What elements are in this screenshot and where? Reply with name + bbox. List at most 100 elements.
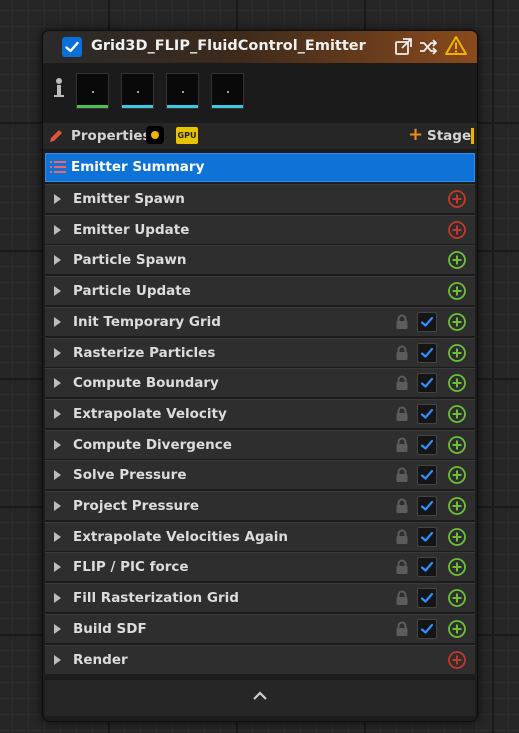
shuffle-icon[interactable] [418,37,438,57]
stack-group-row[interactable]: Project Pressure [45,491,475,520]
lock-icon [396,375,408,391]
stack-group-row[interactable]: Compute Boundary [45,368,475,398]
stage-enabled-checkbox[interactable] [417,588,437,609]
checkmark-icon [420,439,434,450]
stage-enabled-checkbox[interactable] [417,496,437,516]
simulation-target-icon [146,126,164,144]
warning-icon[interactable] [445,35,467,57]
properties-bar: Properties GPU + Stage [43,123,477,149]
checkmark-icon [65,41,79,53]
stack-group-row[interactable]: Extrapolate Velocity [45,398,475,428]
stack-group-row[interactable]: Init Temporary Grid [45,306,475,336]
checkmark-icon [420,623,434,634]
stack-group-label: Compute Divergence [73,436,232,453]
texture-thumbnail[interactable] [211,73,244,109]
add-module-icon[interactable] [447,312,467,332]
add-stage-icon[interactable]: + [408,126,423,144]
expand-arrow-icon[interactable] [54,408,61,419]
stage-enabled-checkbox[interactable] [417,342,437,363]
add-module-icon[interactable] [447,189,467,209]
list-icon [50,161,66,173]
texture-thumbnail[interactable] [76,73,109,109]
stack-group-row[interactable]: Compute Divergence [45,429,475,459]
add-module-icon[interactable] [447,435,467,455]
expand-arrow-icon[interactable] [54,255,61,266]
node-footer[interactable] [45,679,475,716]
emitter-summary-row[interactable]: Emitter Summary [45,153,475,182]
stack-group-row[interactable]: Rasterize Particles [45,337,475,367]
texture-thumbnail[interactable] [121,73,154,109]
stack-group-row[interactable]: Particle Spawn [45,245,475,275]
emitter-summary-label: Emitter Summary [71,159,205,175]
stack-group-row[interactable]: Solve Pressure [45,460,475,490]
stack-group-label: Particle Spawn [73,252,187,269]
add-module-icon[interactable] [447,343,467,363]
expand-arrow-icon[interactable] [54,623,61,634]
expand-arrow-icon[interactable] [54,316,61,327]
add-module-icon[interactable] [447,281,467,301]
lock-icon [396,559,408,575]
open-external-icon[interactable] [393,37,413,57]
stage-enabled-checkbox[interactable] [417,403,437,424]
add-module-icon[interactable] [447,619,467,639]
expand-arrow-icon[interactable] [54,593,61,604]
expand-arrow-icon[interactable] [54,531,61,542]
expand-arrow-icon[interactable] [54,501,61,511]
expand-arrow-icon[interactable] [54,286,61,297]
lock-icon [396,314,408,329]
add-stage-button[interactable]: Stage [427,128,471,144]
lock-icon [396,437,408,452]
checkmark-icon [420,592,434,603]
add-module-icon[interactable] [447,465,467,485]
stage-enabled-checkbox[interactable] [417,434,437,455]
stage-enabled-checkbox[interactable] [417,311,437,332]
chevron-up-icon[interactable] [252,690,268,702]
stack-group-row[interactable]: FLIP / PIC force [45,552,475,582]
expand-arrow-icon[interactable] [54,378,61,389]
person-icon [54,78,64,97]
stack-group-label: Render [73,651,128,668]
stack-group-row[interactable]: Emitter Spawn [45,184,475,213]
stack-group-row[interactable]: Fill Rasterization Grid [45,583,475,613]
expand-arrow-icon[interactable] [54,224,61,235]
add-module-icon[interactable] [447,527,467,547]
add-module-icon[interactable] [447,220,467,240]
expand-arrow-icon[interactable] [54,562,61,573]
lock-icon [396,590,408,606]
stack-group-label: Compute Boundary [73,375,219,392]
expand-arrow-icon[interactable] [54,654,61,665]
stack-group-row[interactable]: Emitter Update [45,214,475,244]
stack-group-row[interactable]: Build SDF [45,613,475,643]
add-module-icon[interactable] [447,588,467,608]
expand-arrow-icon[interactable] [54,439,61,450]
stage-enabled-checkbox[interactable] [417,557,437,578]
expand-arrow-icon[interactable] [54,470,61,481]
add-module-icon[interactable] [447,250,467,270]
checkmark-icon [420,347,434,358]
emitter-node[interactable]: Grid3D_FLIP_FluidControl_Emitter Propert… [42,30,478,722]
stage-enabled-checkbox[interactable] [417,526,437,547]
checkmark-icon [420,562,434,572]
checkmark-icon [420,531,434,542]
stage-enabled-checkbox[interactable] [417,373,437,394]
checkmark-icon [420,500,434,511]
stage-enabled-checkbox[interactable] [417,618,437,639]
properties-button[interactable]: Properties [71,128,151,144]
expand-arrow-icon[interactable] [54,194,61,204]
stage-enabled-checkbox[interactable] [417,465,437,486]
expand-arrow-icon[interactable] [54,347,61,358]
texture-thumbnail[interactable] [166,73,199,109]
stack-group-label: Fill Rasterization Grid [73,590,239,607]
add-module-icon[interactable] [447,650,467,670]
add-module-icon[interactable] [447,557,467,577]
stack-group-row[interactable]: Extrapolate Velocities Again [45,521,475,551]
add-module-icon[interactable] [447,404,467,424]
add-module-icon[interactable] [447,373,467,393]
stack-group-row[interactable]: Particle Update [45,276,475,306]
lock-icon [396,467,408,483]
node-header[interactable]: Grid3D_FLIP_FluidControl_Emitter [43,31,477,63]
emitter-enabled-checkbox[interactable] [62,37,82,57]
stack-group-row[interactable]: Render [45,644,475,674]
add-module-icon[interactable] [447,496,467,516]
stack-group-label: Extrapolate Velocities Again [73,528,288,545]
